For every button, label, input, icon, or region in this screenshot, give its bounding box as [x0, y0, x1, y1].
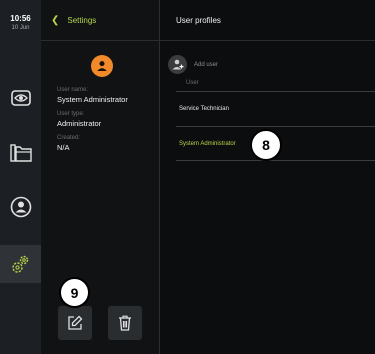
nav-view-button[interactable]	[0, 80, 41, 116]
user-profiles-panel: User profiles Add user User Service Tech…	[160, 0, 375, 354]
user-type-label: User type:	[57, 111, 85, 117]
user-account-icon	[10, 196, 31, 218]
user-list-header: User	[186, 80, 199, 86]
avatar	[91, 55, 113, 77]
settings-gears-icon	[11, 255, 28, 273]
created-label: Created:	[57, 135, 81, 141]
callout-marker-list: 8	[250, 129, 282, 161]
nav-settings-button[interactable]	[0, 245, 41, 283]
user-row-label: Service Technician	[179, 106, 229, 112]
add-user-button[interactable]: Add user	[168, 55, 218, 74]
profiles-title: User profiles	[176, 15, 221, 25]
add-user-label: Add user	[194, 61, 219, 68]
edit-user-button[interactable]	[58, 306, 92, 340]
user-row-service-technician[interactable]: Service Technician	[176, 91, 375, 126]
callout-marker-edit: 9	[59, 277, 90, 308]
delete-user-button[interactable]	[108, 306, 142, 340]
chevron-left-icon[interactable]: ❮	[51, 15, 59, 26]
nav-rail: 10:56 10 Jun	[0, 0, 41, 354]
edit-icon	[68, 315, 83, 330]
clock-time: 10:56	[10, 14, 31, 23]
files-icon	[9, 144, 32, 162]
nav-files-button[interactable]	[0, 135, 41, 171]
nav-account-button[interactable]	[0, 189, 41, 225]
settings-panel: ❮ Settings User name: System Administrat…	[41, 0, 160, 354]
add-user-icon	[168, 55, 187, 74]
user-row-label: System Administrator	[179, 140, 236, 147]
clock-date: 10 Jun	[11, 25, 30, 31]
user-icon	[97, 61, 107, 71]
user-name-label: User name:	[57, 87, 89, 93]
user-name-value: System Administrator	[57, 95, 128, 104]
user-type-value: Administrator	[57, 119, 102, 128]
trash-icon	[119, 315, 131, 331]
created-value: N/A	[57, 143, 70, 152]
eye-icon	[10, 90, 31, 106]
status-clock: 10:56 10 Jun	[0, 14, 41, 33]
settings-title: Settings	[67, 15, 97, 25]
profiles-header: User profiles	[160, 0, 375, 41]
settings-header: ❮ Settings	[41, 0, 160, 41]
